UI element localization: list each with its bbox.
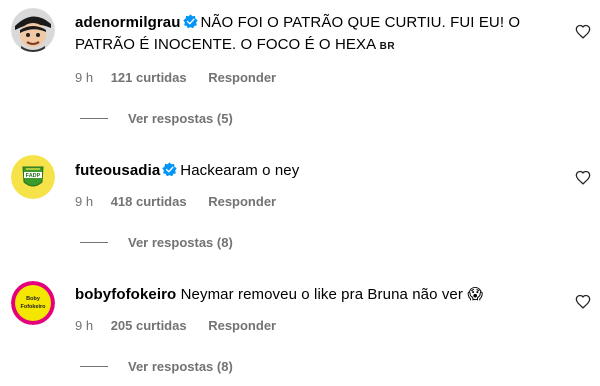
heart-icon[interactable]	[575, 24, 591, 39]
avatar[interactable]: FADP	[11, 155, 55, 199]
verified-badge-icon	[162, 162, 177, 177]
avatar-logo-text-1: Boby	[26, 296, 41, 302]
reply-button[interactable]: Responder	[208, 194, 276, 209]
likes-count[interactable]: 121 curtidas	[111, 70, 187, 85]
replies-divider	[80, 118, 108, 119]
replies-divider	[80, 366, 108, 367]
username[interactable]: futeousadia	[75, 162, 160, 179]
comment-text: Hackearam o ney	[180, 162, 300, 179]
avatar[interactable]	[11, 8, 55, 52]
comment-text-line: adenormilgrau NÃO FOI O PATRÃO QUE CURTIU…	[75, 12, 560, 58]
shield-logo-avatar-icon: FADP	[11, 155, 55, 199]
timestamp[interactable]: 9 h	[75, 318, 93, 333]
view-replies-label: Ver respostas (5)	[128, 111, 233, 126]
likes-count[interactable]: 205 curtidas	[111, 318, 187, 333]
comment-text-line: futeousadia Hackearam o ney	[75, 160, 560, 182]
comment-text-line: bobyfofokeiro Neymar removeu o like pra …	[75, 284, 560, 306]
yellow-circle-logo-avatar-icon: Boby Fofokeiro	[11, 281, 55, 325]
brazil-flag-emoji: BR	[379, 41, 396, 52]
replies-divider	[80, 242, 108, 243]
comment-meta: 9 h 418 curtidas Responder	[75, 194, 560, 210]
heart-icon[interactable]	[575, 294, 591, 309]
cartoon-face-avatar-icon	[11, 8, 55, 52]
comment-meta: 9 h 205 curtidas Responder	[75, 318, 560, 334]
reply-button[interactable]: Responder	[208, 70, 276, 85]
reply-button[interactable]: Responder	[208, 318, 276, 333]
view-replies-button[interactable]: Ver respostas (8)	[80, 359, 233, 374]
username[interactable]: bobyfofokeiro	[75, 286, 176, 303]
avatar-logo-text-2: Fofokeiro	[20, 304, 46, 310]
timestamp[interactable]: 9 h	[75, 70, 93, 85]
timestamp[interactable]: 9 h	[75, 194, 93, 209]
view-replies-button[interactable]: Ver respostas (8)	[80, 235, 233, 250]
view-replies-label: Ver respostas (8)	[128, 359, 233, 374]
avatar-logo-text: FADP	[26, 173, 41, 179]
comment-meta: 9 h 121 curtidas Responder	[75, 70, 560, 86]
verified-badge-icon	[182, 14, 198, 29]
screaming-face-emoji: 😱	[467, 286, 483, 303]
heart-icon[interactable]	[575, 170, 591, 185]
username[interactable]: adenormilgrau	[75, 14, 181, 31]
view-replies-label: Ver respostas (8)	[128, 235, 233, 250]
comment-text: Neymar removeu o like pra Bruna não ver	[180, 286, 463, 303]
avatar[interactable]: Boby Fofokeiro	[11, 281, 55, 325]
likes-count[interactable]: 418 curtidas	[111, 194, 187, 209]
view-replies-button[interactable]: Ver respostas (5)	[80, 111, 233, 126]
